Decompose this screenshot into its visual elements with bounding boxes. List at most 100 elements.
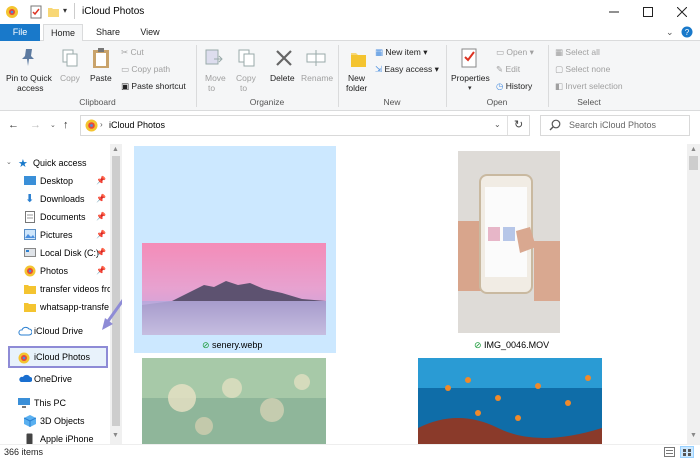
chevron-down-icon[interactable]: ⌄ xyxy=(6,158,12,166)
sidebar-item-this-pc[interactable]: This PC xyxy=(0,394,122,412)
download-arrow-icon: ⬇ xyxy=(25,193,35,205)
select-all-button[interactable]: ▦ Select all xyxy=(555,47,600,57)
rename-icon xyxy=(306,49,326,67)
recent-locations-icon[interactable]: ⌄ xyxy=(50,121,56,129)
reef-thumbnail[interactable] xyxy=(418,358,602,444)
search-placeholder: Search iCloud Photos xyxy=(569,120,657,130)
sidebar-item-local-disk[interactable]: Local Disk (C:) 📌 xyxy=(0,244,122,262)
pin-icon[interactable]: 📌 xyxy=(96,176,106,185)
ribbon-tabs: File Home Share View ⌄ ? xyxy=(0,24,700,42)
tab-home[interactable]: Home xyxy=(43,24,83,42)
pin-icon[interactable]: 📌 xyxy=(96,230,106,239)
address-bar[interactable]: › iCloud Photos ⌄ ↻ xyxy=(80,115,530,136)
paste-shortcut-button[interactable]: ▣ Paste shortcut xyxy=(121,81,186,91)
minimize-button[interactable] xyxy=(597,0,631,24)
drive-icon xyxy=(24,248,36,257)
scroll-down-icon[interactable]: ▼ xyxy=(112,432,119,439)
pin-icon[interactable]: 📌 xyxy=(96,266,106,275)
sidebar-item-documents[interactable]: Documents 📌 xyxy=(0,208,122,226)
properties-icon xyxy=(461,47,479,69)
tab-view[interactable]: View xyxy=(130,24,170,41)
tab-share[interactable]: Share xyxy=(88,24,128,41)
maximize-button[interactable] xyxy=(631,0,665,24)
properties-button[interactable]: Properties xyxy=(451,73,490,83)
icloud-photos-location-icon xyxy=(85,119,98,132)
scroll-up-icon[interactable]: ▲ xyxy=(112,146,119,153)
address-dropdown-icon[interactable]: ⌄ xyxy=(494,120,501,129)
up-arrow-icon[interactable]: ↑ xyxy=(63,119,69,131)
back-arrow-icon[interactable]: ← xyxy=(8,119,19,131)
close-button[interactable] xyxy=(665,0,699,24)
pin-to-quick-access-button[interactable]: Pin to Quick xyxy=(6,73,52,83)
copy-path-button[interactable]: ▭ Copy path xyxy=(121,64,170,74)
new-folder-button[interactable]: New xyxy=(348,73,365,83)
search-box[interactable]: Search iCloud Photos xyxy=(540,115,690,136)
sync-ok-icon: ⊘ xyxy=(202,340,213,350)
edit-button[interactable]: ✎ Edit xyxy=(496,64,520,74)
explorer-icon[interactable] xyxy=(5,5,19,19)
jellyfish-thumbnail[interactable] xyxy=(142,358,326,444)
new-item-button[interactable]: ▦ New item ▾ xyxy=(375,47,427,57)
refresh-icon[interactable]: ↻ xyxy=(514,118,523,131)
forward-arrow-icon[interactable]: → xyxy=(30,119,41,131)
folder-icon xyxy=(24,301,36,312)
properties-quick-icon[interactable] xyxy=(30,5,42,19)
easy-access-button[interactable]: ⇲ Easy access ▾ xyxy=(375,64,439,74)
cut-button[interactable]: ✂ Cut xyxy=(121,47,144,57)
sidebar-scroll-thumb[interactable] xyxy=(112,156,120,426)
documents-icon xyxy=(25,211,35,223)
video-thumbnail[interactable] xyxy=(458,151,560,333)
rename-button[interactable]: Rename xyxy=(301,73,333,83)
pin-icon[interactable]: 📌 xyxy=(96,248,106,257)
pin-icon[interactable]: 📌 xyxy=(96,212,106,221)
sidebar-item-icloud-photos[interactable]: iCloud Photos xyxy=(8,346,108,368)
move-to-button[interactable]: Move xyxy=(205,73,226,83)
sidebar-item-onedrive[interactable]: OneDrive xyxy=(0,370,122,388)
sidebar-item-label: OneDrive xyxy=(34,374,73,384)
open-label: Open xyxy=(506,47,528,57)
delete-button[interactable]: Delete xyxy=(270,73,295,83)
select-none-icon: ▢ xyxy=(555,64,566,74)
help-icon[interactable]: ? xyxy=(681,26,693,38)
select-none-button[interactable]: ▢ Select none xyxy=(555,64,610,74)
cube-icon xyxy=(24,415,36,427)
folder-quick-icon[interactable] xyxy=(47,5,60,18)
scenery-thumbnail[interactable] xyxy=(142,243,326,335)
dropdown-arrow-icon: ▾ xyxy=(527,47,534,57)
scroll-up-icon[interactable]: ▲ xyxy=(690,146,697,153)
copy-to-button[interactable]: Copy xyxy=(236,73,256,83)
sidebar-item-3d-objects[interactable]: 3D Objects xyxy=(0,412,122,430)
sidebar-item-pictures[interactable]: Pictures 📌 xyxy=(0,226,122,244)
sidebar-item-desktop[interactable]: Desktop 📌 xyxy=(0,172,122,190)
sidebar-item-quick-access[interactable]: ⌄ ★ Quick access xyxy=(0,154,122,172)
clipboard-group-label: Clipboard xyxy=(79,97,116,107)
invert-selection-button[interactable]: ◧ Invert selection xyxy=(555,81,623,91)
properties-dropdown-icon[interactable]: ▾ xyxy=(468,84,472,92)
delete-icon xyxy=(275,49,293,67)
sidebar-item-label: iCloud Photos xyxy=(34,352,91,362)
content-scroll-thumb[interactable] xyxy=(689,156,698,170)
content-scrollbar[interactable]: ▲ ▼ xyxy=(687,144,700,444)
sidebar-item-label: Photos xyxy=(40,266,69,276)
pin-icon xyxy=(20,47,38,67)
search-icon xyxy=(549,119,561,131)
collapse-ribbon-icon[interactable]: ⌄ xyxy=(666,27,674,38)
paste-button[interactable]: Paste xyxy=(90,73,112,83)
large-icons-view-icon[interactable] xyxy=(680,446,694,458)
details-view-icon[interactable] xyxy=(664,447,675,457)
open-button[interactable]: ▭ Open ▾ xyxy=(496,47,534,57)
breadcrumb-separator-icon[interactable]: › xyxy=(100,120,103,129)
customize-toolbar-icon[interactable]: ▾ xyxy=(63,6,67,15)
sidebar-item-downloads[interactable]: ⬇ Downloads 📌 xyxy=(0,190,122,208)
history-button[interactable]: ◷ History xyxy=(496,81,532,91)
copy-button[interactable]: Copy xyxy=(60,73,80,83)
sidebar-item-photos[interactable]: Photos 📌 xyxy=(0,262,122,280)
new-item-icon: ▦ xyxy=(375,47,386,57)
breadcrumb-current[interactable]: iCloud Photos xyxy=(109,120,165,130)
paste-shortcut-label: Paste shortcut xyxy=(131,81,186,91)
tab-file[interactable]: File xyxy=(0,24,40,41)
scroll-down-icon[interactable]: ▼ xyxy=(690,432,697,439)
pin-icon[interactable]: 📌 xyxy=(96,194,106,203)
sidebar-item-label: This PC xyxy=(34,398,67,408)
paste-icon xyxy=(92,47,110,69)
